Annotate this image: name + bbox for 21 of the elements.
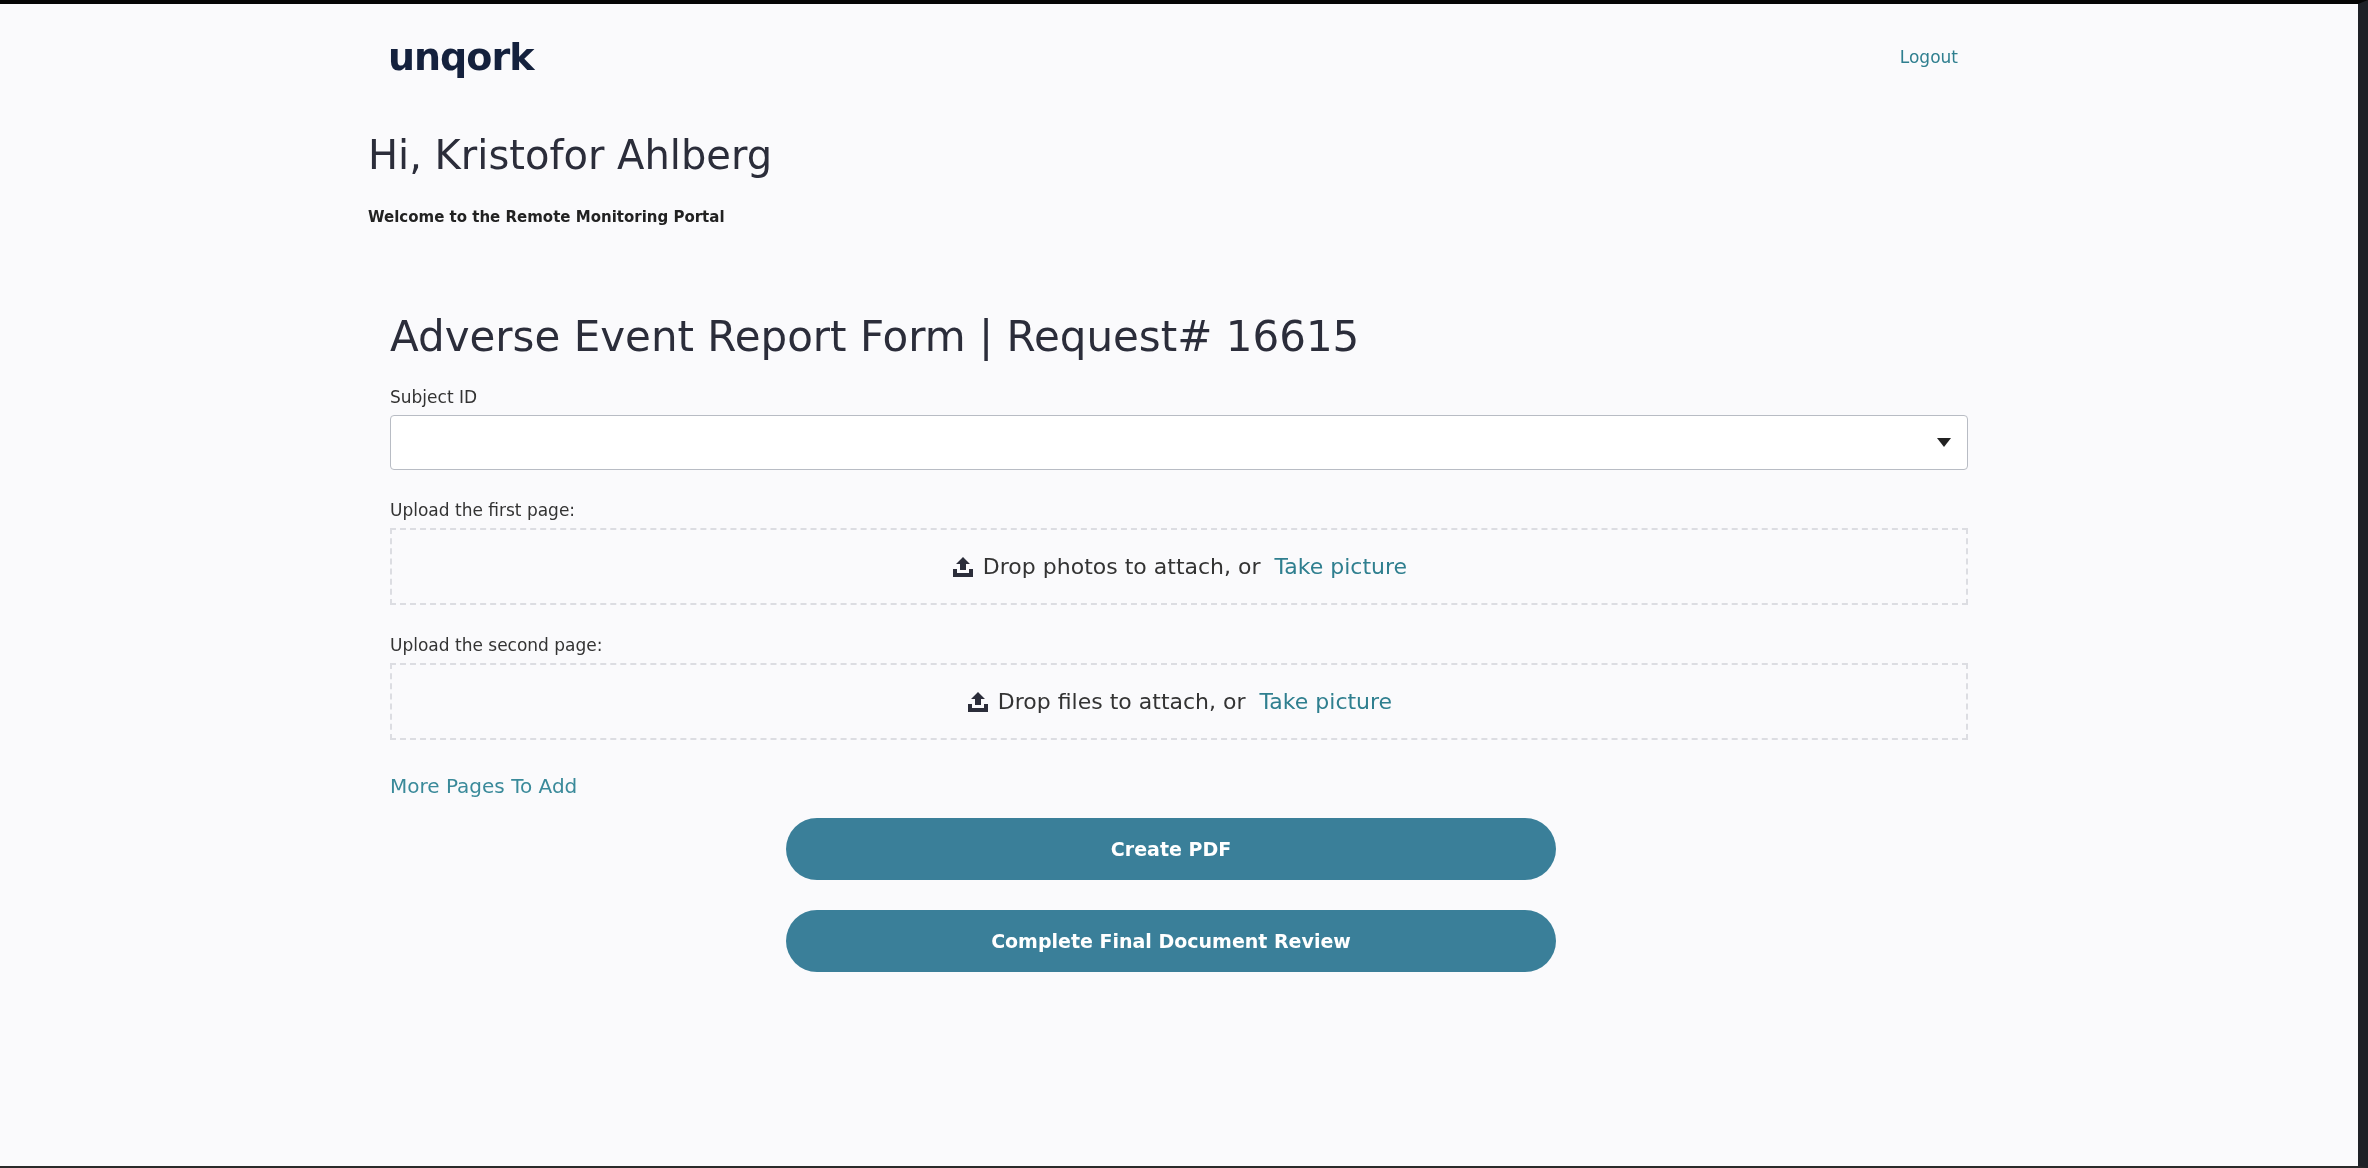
upload-icon xyxy=(965,690,990,713)
logo: unqork xyxy=(388,35,534,79)
greeting-title: Hi, Kristofor Ahlberg xyxy=(368,132,774,178)
field-label: Upload the second page: xyxy=(390,635,604,655)
action-button[interactable]: Create PDF xyxy=(786,818,1556,880)
form-title: Adverse Event Report Form | Request# 16615 xyxy=(390,312,1361,361)
upload-icon xyxy=(950,555,975,578)
field-label: Upload the first page: xyxy=(390,500,577,520)
caret-icon xyxy=(1937,438,1951,447)
drop-zone[interactable]: Drop photos to attach, or Take picture xyxy=(390,528,1968,605)
drop-prompt: Drop photos to attach, or xyxy=(982,554,1261,579)
welcome-text: Welcome to the Remote Monitoring Portal xyxy=(368,208,726,226)
more-pages-link[interactable]: More Pages To Add xyxy=(390,774,578,798)
subject-select[interactable] xyxy=(390,415,1968,470)
take-picture-link[interactable]: Take picture xyxy=(1259,689,1393,714)
field-label: Subject ID xyxy=(390,387,479,407)
drop-prompt: Drop files to attach, or xyxy=(997,689,1246,714)
drop-zone[interactable]: Drop files to attach, or Take picture xyxy=(390,663,1968,740)
logout-link[interactable]: Logout xyxy=(1899,47,1958,67)
action-button[interactable]: Complete Final Document Review xyxy=(786,910,1556,972)
take-picture-link[interactable]: Take picture xyxy=(1274,554,1408,579)
